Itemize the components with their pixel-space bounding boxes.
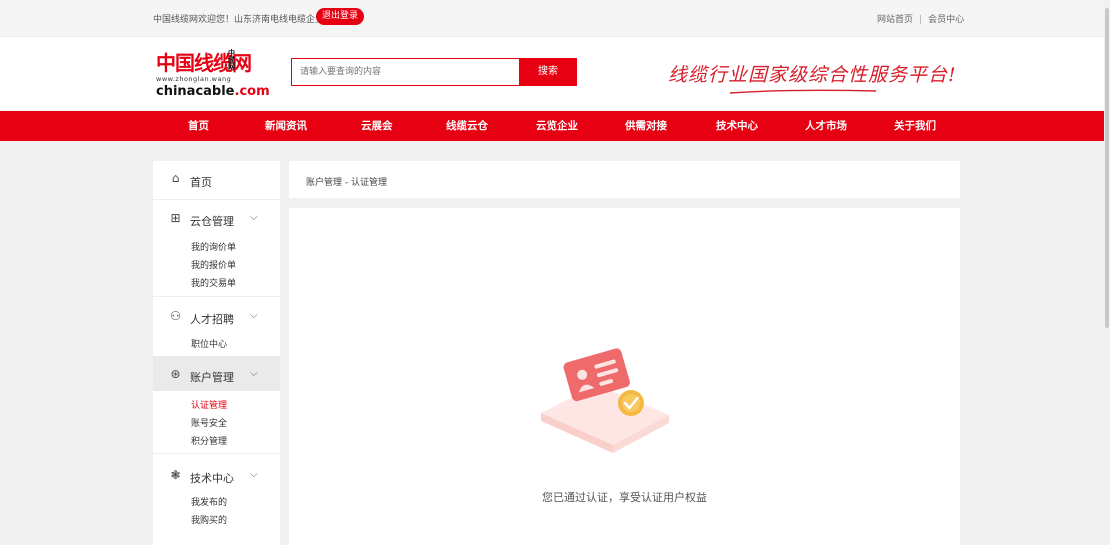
nav-item-home[interactable]: 首页 [188, 111, 209, 141]
top-link-separator: | [919, 15, 923, 25]
sidebar-item-home[interactable]: ⌂ 首页 [153, 161, 280, 200]
sidebar-group-tech-center[interactable]: ❃ 技术中心 ⌵ [153, 458, 280, 492]
tech-icon: ❃ [170, 468, 181, 482]
certification-success-message: 您已通过认证，享受认证用户权益 [542, 491, 707, 504]
logout-button[interactable]: 退出登录 [316, 8, 365, 25]
sidebar-item-quotes[interactable]: 我的报价单 [191, 258, 236, 271]
sidebar-divider [153, 453, 280, 454]
sidebar-group-label: 账户管理 [190, 371, 234, 384]
nav-item-cloud-expo[interactable]: 云展会 [361, 111, 393, 141]
member-center-link[interactable]: 会员中心 [928, 15, 964, 25]
sidebar-item-label: 首页 [190, 176, 212, 189]
slogan: 线缆行业国家级综合性服务平台! [668, 64, 957, 86]
logo-url-text: www.zhonglan.wang [156, 75, 232, 83]
nav-item-about-us[interactable]: 关于我们 [894, 111, 936, 141]
main-nav: 首页 新闻资讯 云展会 线缆云仓 云览企业 供需对接 技术中心 人才市场 关于我… [0, 111, 1104, 141]
search-input[interactable] [291, 58, 520, 86]
nav-item-news[interactable]: 新闻资讯 [265, 111, 307, 141]
breadcrumb-text: 账户管理 - 认证管理 [306, 178, 387, 188]
grid-icon: ⊞ [170, 211, 181, 225]
sidebar-item-transactions[interactable]: 我的交易单 [191, 276, 236, 289]
sidebar-group-label: 云仓管理 [190, 215, 234, 228]
sidebar-item-certification[interactable]: 认证管理 [191, 398, 227, 411]
nav-item-supply-demand[interactable]: 供需对接 [625, 111, 667, 141]
page-scrollbar-thumb[interactable] [1105, 8, 1109, 328]
home-icon: ⌂ [171, 171, 180, 185]
sidebar-item-my-purchased[interactable]: 我购买的 [191, 513, 227, 526]
sidebar-item-account-security[interactable]: 账号安全 [191, 416, 227, 429]
sidebar-group-account[interactable]: ⊛ 账户管理 ⌵ [153, 357, 280, 391]
sidebar-group-recruitment[interactable]: ⚇ 人才招聘 ⌵ [153, 299, 280, 333]
sidebar: ⌂ 首页 ⊞ 云仓管理 ⌵ 我的询价单 我的报价单 我的交易单 ⚇ 人才招聘 ⌵… [153, 161, 280, 545]
breadcrumb: 账户管理 - 认证管理 [289, 161, 960, 198]
site-logo[interactable]: 中国线缆网 中 缆 网 www.zhonglan.wang chinacable… [156, 49, 270, 100]
nav-item-talent-market[interactable]: 人才市场 [805, 111, 847, 141]
sidebar-group-label: 技术中心 [190, 472, 234, 485]
search-button[interactable]: 搜索 [519, 58, 577, 86]
sidebar-item-points[interactable]: 积分管理 [191, 434, 227, 447]
welcome-text: 中国线缆网欢迎您！山东济南电线电缆企业 [153, 15, 325, 25]
site-header: 中国线缆网 中 缆 网 www.zhonglan.wang chinacable… [0, 37, 1104, 110]
site-home-link[interactable]: 网站首页 [877, 15, 913, 25]
sidebar-group-cloud-warehouse[interactable]: ⊞ 云仓管理 ⌵ [153, 201, 280, 235]
logo-side-text: 中 缆 网 [228, 49, 235, 71]
chevron-down-icon: ⌵ [250, 368, 258, 379]
chevron-down-icon: ⌵ [250, 469, 258, 480]
account-icon: ⊛ [170, 367, 181, 381]
chevron-down-icon: ⌵ [250, 212, 258, 223]
slogan-underline-stroke [729, 89, 877, 94]
chevron-down-icon: ⌵ [250, 310, 258, 321]
sidebar-item-my-published[interactable]: 我发布的 [191, 495, 227, 508]
main-content: 您已通过认证，享受认证用户权益 [289, 208, 960, 545]
nav-item-tech-center[interactable]: 技术中心 [716, 111, 758, 141]
sidebar-group-label: 人才招聘 [190, 313, 234, 326]
verified-id-card-illustration [541, 348, 669, 453]
top-links: 网站首页 | 会员中心 [877, 12, 964, 25]
top-bar: 中国线缆网欢迎您！山东济南电线电缆企业 退出登录 网站首页 | 会员中心 [0, 0, 1104, 37]
sidebar-item-positions[interactable]: 职位中心 [191, 337, 227, 350]
sidebar-item-inquiries[interactable]: 我的询价单 [191, 240, 236, 253]
logo-en-text: chinacable.com [156, 84, 270, 99]
person-icon: ⚇ [170, 309, 181, 323]
nav-item-cable-warehouse[interactable]: 线缆云仓 [446, 111, 488, 141]
sidebar-divider [153, 296, 280, 297]
nav-item-cloud-enterprises[interactable]: 云览企业 [536, 111, 578, 141]
logo-cn-text: 中国线缆网 [156, 51, 252, 75]
